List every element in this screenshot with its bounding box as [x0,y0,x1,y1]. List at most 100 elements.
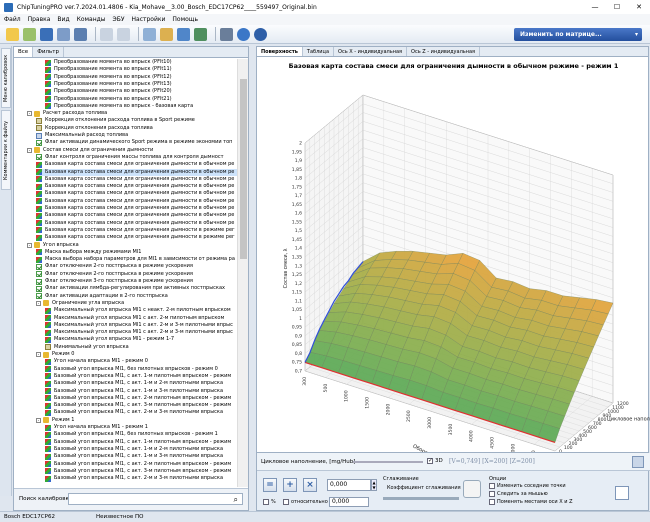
tree-item[interactable]: Максимальный угол впрыска MI1 с неакт. 2… [45,307,238,314]
smoothing-slider[interactable] [383,497,459,500]
tab-all[interactable]: Все [14,47,34,57]
tree-item[interactable]: Преобразование момента во впрыск (PFlt11… [45,66,238,73]
follow-mouse-checkbox[interactable] [489,491,495,497]
value-spinner[interactable]: ▲ ▼ [371,479,377,491]
collapse-icon[interactable]: - [36,417,41,423]
checksum-icon[interactable] [194,27,207,41]
tree-item[interactable]: Базовый угол впрыска MI1, с акт. 1-м пил… [45,373,238,380]
tree-item[interactable]: - Ограничение угла впрыска [36,300,238,307]
search-input[interactable]: ⌕ [68,493,243,505]
globe-icon[interactable] [237,27,250,41]
print-icon[interactable] [74,27,87,41]
grid-icon[interactable] [632,456,644,468]
collapse-icon[interactable]: - [36,352,41,357]
tree-item[interactable]: Преобразование момента во впрыск (PFlt20… [45,88,238,95]
tree-item[interactable]: Угол начала впрыска MI1 - режим 0 [45,358,238,365]
settings-icon[interactable] [220,27,233,41]
add-icon[interactable] [23,27,36,41]
tree-item[interactable]: Преобразование момента во впрыск (PFlt13… [45,81,238,88]
tree-item[interactable]: Коррекция отклонения расхода топлива [36,125,238,132]
tab-axis-x[interactable]: Ось X - индивидуальная [334,47,408,56]
menu-commands[interactable]: Команды [77,16,106,23]
help-icon[interactable] [254,27,267,41]
tree-item[interactable]: Базовая карта состава смеси для ограниче… [36,205,238,212]
tree-item[interactable]: Базовая карта состава смеси для ограниче… [36,168,238,176]
menu-help[interactable]: Помощь [172,16,198,23]
tree-item[interactable]: Базовый угол впрыска MI1, с акт. 2-м пил… [45,395,238,402]
equals-button[interactable]: = [263,478,277,492]
tree-item[interactable]: Максимальный угол впрыска MI1 с акт. 2-м… [45,322,238,329]
tree-item[interactable]: Базовая карта состава смеси для ограниче… [36,227,238,234]
tree-item[interactable]: Минимальный угол впрыска [45,344,238,351]
swap-axes-checkbox[interactable] [489,499,495,505]
tree-item[interactable]: Базовый угол впрыска MI1, с акт. 1-м и 2… [45,446,238,453]
tree-item[interactable]: Преобразование момента во впрыск (PFlt12… [45,74,238,81]
tab-filter[interactable]: Фильтр [33,47,64,57]
tree-item[interactable]: Маска выбора набора параметров для MI1 в… [36,256,238,263]
collapse-icon[interactable]: - [27,147,32,153]
tab-table[interactable]: Таблица [303,47,335,56]
paste-icon[interactable] [117,27,130,41]
tree-item[interactable]: Флаг активации адаптации в 2-го постпрыс… [36,293,238,300]
tree-item[interactable]: Базовая карта состава смеси для ограниче… [36,234,238,241]
tree-item[interactable]: - Угол впрыска [27,242,238,249]
percent-checkbox[interactable] [263,499,269,505]
tree-item[interactable]: Преобразование момента во впрыск (PFlt10… [45,59,238,66]
tree-item[interactable]: Преобразование момента во впрыск - базов… [45,103,238,110]
maximize-button[interactable]: ☐ [606,0,628,14]
tree-scrollbar[interactable] [237,59,248,487]
table-icon[interactable] [615,486,629,500]
tree-item[interactable]: Базовый угол впрыска MI1, с акт. 2-м и 3… [45,409,238,416]
tree-item[interactable]: - Режим 0 [36,351,238,358]
tree-item[interactable]: Базовый угол впрыска MI1, с акт. 1-м и 3… [45,388,238,395]
tree-item[interactable]: Коррекция отклонения расхода топлива в S… [36,117,238,124]
tree-item[interactable]: Базовая карта состава смеси для ограниче… [36,212,238,219]
tree-item[interactable]: Базовая карта состава смеси для ограниче… [36,183,238,190]
tree-item[interactable]: - Режим 1 [36,417,238,424]
smooth-icon[interactable] [463,480,481,498]
menu-file[interactable]: Файл [4,16,21,23]
relative-checkbox[interactable] [283,499,289,505]
tree-item[interactable]: Базовый угол впрыска MI1, с акт. 1-м и 3… [45,453,238,460]
change-by-matrix-button[interactable]: Изменить по матрице... ▾ [514,28,642,41]
tree-item[interactable]: Максимальный расход топлива [36,132,238,139]
tree-item[interactable]: Базовая карта состава смеси для ограниче… [36,161,238,168]
close-button[interactable]: ✕ [628,0,650,14]
multiply-button[interactable]: × [303,478,317,492]
tree-item[interactable]: Угол начала впрыска MI1 - режим 1 [45,424,238,431]
save-icon[interactable] [40,27,53,41]
tree-item[interactable]: Максимальный угол впрыска MI1 - режим 1-… [45,336,238,343]
search-icon[interactable]: ⌕ [234,495,238,505]
open-folder-icon[interactable] [6,27,19,41]
tree-item[interactable]: Максимальный угол впрыска MI1 с акт. 2-м… [45,315,238,322]
tree-item[interactable]: Базовая карта состава смеси для ограниче… [36,176,238,183]
3d-checkbox[interactable] [427,457,433,464]
tree-item[interactable]: Базовый угол впрыска MI1, с акт. 1-м и 2… [45,380,238,387]
relative-input[interactable]: 0,000 [329,497,369,507]
tree-item[interactable]: Базовая карта состава смеси для ограниче… [36,220,238,227]
tree-item[interactable]: - Расчет расхода топлива [27,110,238,117]
tree-item[interactable]: Базовый угол впрыска MI1, с акт. 2-м пил… [45,461,238,468]
tab-file-comments[interactable]: Комментарии к файлу [1,110,11,190]
tree-item[interactable]: Флаг активации лямбда-регулирования при … [36,285,238,292]
tree-item[interactable]: Флаг отключения 2-го постпрыска в режиме… [36,263,238,270]
save-as-icon[interactable] [57,27,70,41]
collapse-icon[interactable]: - [27,111,32,117]
plus-button[interactable]: + [283,478,297,492]
tree-item[interactable]: Базовая карта состава смеси для ограниче… [36,190,238,197]
tree-item[interactable]: Флаг отключения 3-го постпрыска в режиме… [36,278,238,285]
tree-item[interactable]: Флаг контроля ограничения массы топлива … [36,154,238,161]
change-neighbors-checkbox[interactable] [489,483,495,489]
collapse-icon[interactable]: - [36,300,41,306]
tree-item[interactable]: Базовый угол впрыска MI1, с акт. 1-м пил… [45,439,238,446]
tools-icon[interactable] [143,27,156,41]
value-input[interactable]: 0,000 [327,479,371,491]
minimize-button[interactable]: — [584,0,606,14]
tree-item[interactable]: Базовый угол впрыска MI1, без пилотных в… [45,431,238,438]
compare-icon[interactable] [160,27,173,41]
collapse-icon[interactable]: - [27,242,32,248]
menu-edit[interactable]: Правка [28,16,51,23]
tree-item[interactable]: Преобразование момента во впрыск (PFlt21… [45,96,238,103]
tree-item[interactable]: Базовый угол впрыска MI1, без пилотных в… [45,366,238,373]
menu-settings[interactable]: Настройки [132,16,166,23]
